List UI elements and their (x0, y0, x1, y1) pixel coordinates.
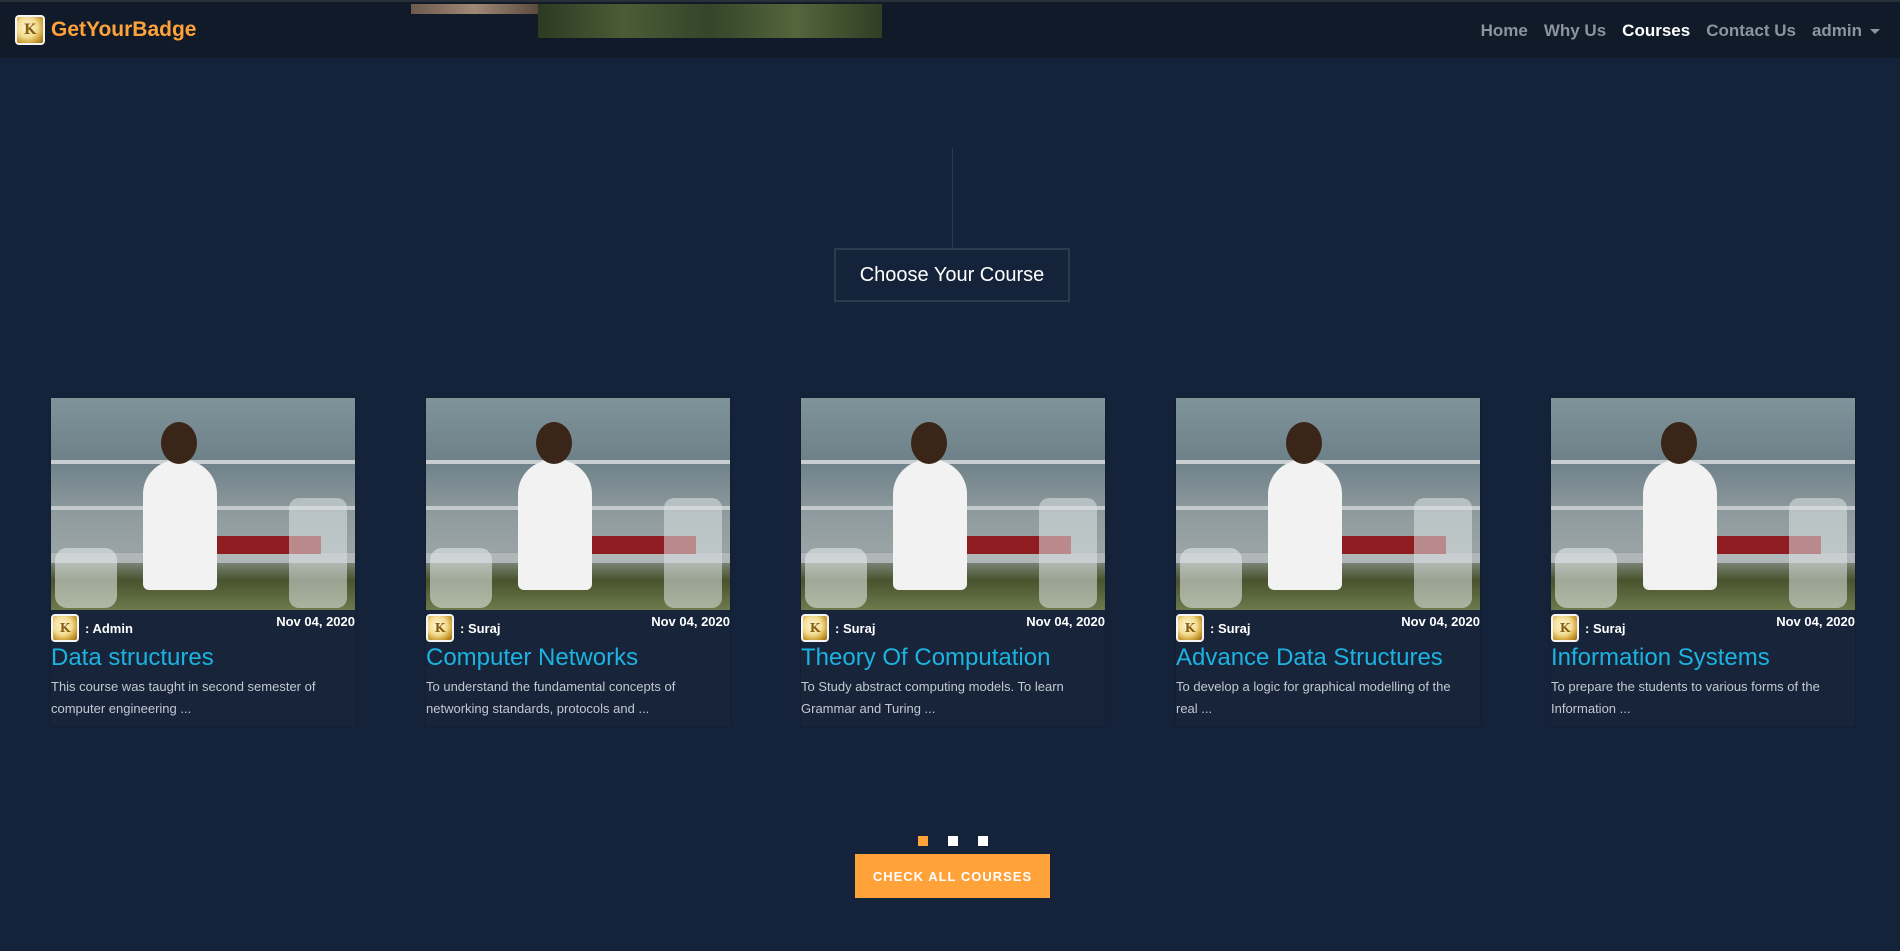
course-date: Nov 04, 2020 (651, 614, 730, 629)
course-image (51, 398, 355, 610)
course-date: Nov 04, 2020 (1401, 614, 1480, 629)
user-menu-dropdown[interactable]: admin (1812, 21, 1880, 41)
brand-name: GetYourBadge (51, 18, 197, 41)
author-avatar-icon: K (801, 614, 829, 642)
author-avatar-icon: K (1176, 614, 1204, 642)
course-author: : Admin (85, 621, 133, 636)
course-meta: K : Admin Nov 04, 2020 (51, 610, 355, 642)
caret-down-icon (1870, 29, 1880, 35)
course-description: This course was taught in second semeste… (51, 679, 316, 716)
course-description: To understand the fundamental concepts o… (426, 679, 676, 716)
nav-item-why-us[interactable]: Why Us (1544, 21, 1606, 41)
course-card[interactable]: K : Suraj Nov 04, 2020 Advance Data Structu… (1176, 398, 1480, 726)
author-avatar-icon: K (1551, 614, 1579, 642)
user-menu-label: admin (1811, 21, 1862, 40)
course-image (801, 398, 1105, 610)
nav-item-home[interactable]: Home (1481, 21, 1528, 41)
brand-logo-icon: K (15, 15, 45, 45)
course-author: : Suraj (835, 621, 876, 636)
course-title[interactable]: Theory Of Computation (801, 642, 1105, 672)
course-title[interactable]: Advance Data Structures (1176, 642, 1480, 672)
course-date: Nov 04, 2020 (1026, 614, 1105, 629)
course-meta: K : Suraj Nov 04, 2020 (1551, 610, 1855, 642)
course-author: : Suraj (1210, 621, 1251, 636)
course-card[interactable]: K : Admin Nov 04, 2020 Data structures This … (51, 398, 355, 726)
carousel-pagination (918, 836, 1008, 846)
navbar: K GetYourBadge Home Why Us Courses Conta… (0, 0, 1900, 58)
course-card[interactable]: K : Suraj Nov 04, 2020 Information Systems T… (1551, 398, 1855, 726)
course-description: To Study abstract computing models. To l… (801, 679, 1064, 716)
course-description: To prepare the students to various forms… (1551, 679, 1820, 716)
nav-item-courses[interactable]: Courses (1622, 21, 1690, 41)
course-title[interactable]: Information Systems (1551, 642, 1855, 672)
course-card[interactable]: K : Suraj Nov 04, 2020 Theory Of Computatio… (801, 398, 1105, 726)
hero-image-strip (411, 4, 538, 14)
carousel-dot-2[interactable] (948, 836, 958, 846)
course-title[interactable]: Data structures (51, 642, 355, 672)
course-meta: K : Suraj Nov 04, 2020 (801, 610, 1105, 642)
hero-image-strip (538, 4, 882, 38)
nav-menu: Home Why Us Courses Contact Us admin (1481, 2, 1900, 60)
course-image (1176, 398, 1480, 610)
course-image (426, 398, 730, 610)
course-image (1551, 398, 1855, 610)
carousel-dot-1[interactable] (918, 836, 928, 846)
brand-link[interactable]: K GetYourBadge (15, 15, 196, 45)
carousel-dot-3[interactable] (978, 836, 988, 846)
author-avatar-icon: K (426, 614, 454, 642)
course-title[interactable]: Computer Networks (426, 642, 730, 672)
check-all-courses-button[interactable]: CHECK ALL COURSES (855, 854, 1050, 898)
course-card[interactable]: K : Suraj Nov 04, 2020 Computer Networks To … (426, 398, 730, 726)
course-date: Nov 04, 2020 (276, 614, 355, 629)
course-author: : Suraj (1585, 621, 1626, 636)
author-avatar-icon: K (51, 614, 79, 642)
course-description: To develop a logic for graphical modelli… (1176, 679, 1451, 716)
course-meta: K : Suraj Nov 04, 2020 (1176, 610, 1480, 642)
nav-item-contact-us[interactable]: Contact Us (1706, 21, 1796, 41)
course-date: Nov 04, 2020 (1776, 614, 1855, 629)
section-heading: Choose Your Course (834, 248, 1070, 302)
heading-divider-line (952, 148, 953, 248)
course-meta: K : Suraj Nov 04, 2020 (426, 610, 730, 642)
course-author: : Suraj (460, 621, 501, 636)
